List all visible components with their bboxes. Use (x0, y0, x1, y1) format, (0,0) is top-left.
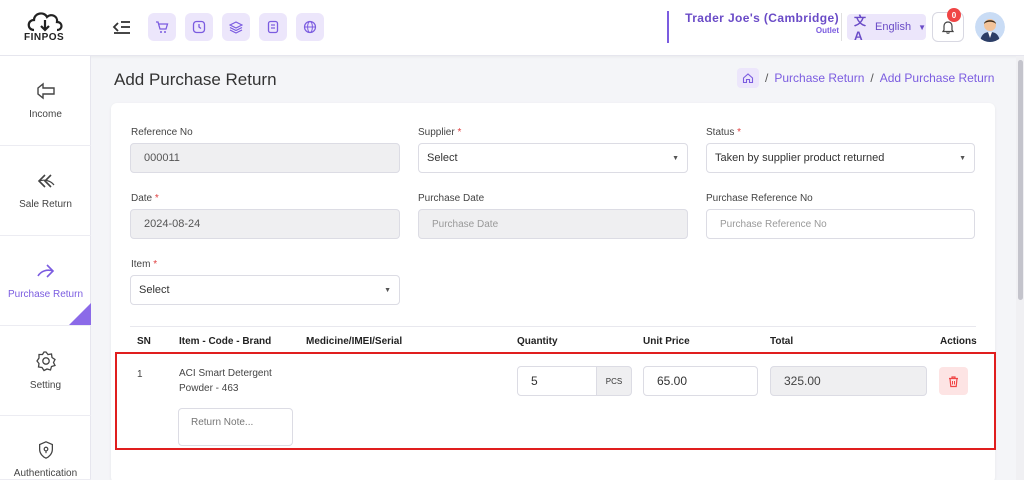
active-indicator (69, 303, 91, 325)
unit-label: PCS (596, 366, 632, 396)
total-field: 325.00 (770, 366, 927, 396)
row-item-name: ACI Smart Detergent Powder - 463 (179, 368, 272, 394)
menu-toggle-icon[interactable] (112, 18, 132, 36)
scrollbar-thumb[interactable] (1018, 60, 1023, 300)
notification-badge: 0 (947, 8, 961, 22)
language-label: English (875, 21, 912, 33)
reference-no-field[interactable]: 000011 (130, 143, 400, 173)
sidebar-item-setting[interactable]: Setting (0, 326, 91, 416)
purchase-return-icon (36, 264, 54, 278)
chevron-down-icon: ▼ (384, 287, 391, 294)
item-value: Select (139, 284, 170, 296)
table-divider (130, 326, 976, 327)
quick-actions (148, 13, 324, 41)
reference-no-label: Reference No (131, 127, 193, 138)
shield-icon (38, 441, 53, 459)
language-dropdown[interactable]: 文A English ▼ (847, 13, 926, 43)
income-icon (36, 82, 55, 100)
outlet-name: Trader Joe's (Cambridge) (685, 11, 839, 25)
receipt-icon[interactable] (259, 13, 287, 41)
breadcrumb-separator: / (765, 71, 769, 85)
sidebar-item-label: Setting (29, 380, 62, 391)
supplier-label: Supplier * (418, 127, 462, 138)
chevron-down-icon: ▼ (672, 155, 679, 162)
delete-row-button[interactable] (939, 367, 968, 395)
breadcrumb-link-purchase-return[interactable]: Purchase Return (774, 71, 864, 85)
column-header-total: Total (770, 336, 794, 347)
home-icon[interactable] (737, 68, 759, 88)
item-label: Item * (131, 259, 158, 270)
header-divider (841, 13, 842, 41)
column-header-sn: SN (137, 336, 151, 347)
sidebar-item-purchase-return[interactable]: Purchase Return (0, 236, 91, 326)
clock-icon[interactable] (185, 13, 213, 41)
translate-icon: 文A (854, 13, 867, 43)
layers-icon[interactable] (222, 13, 250, 41)
row-sn: 1 (137, 369, 143, 380)
sidebar: Income Sale Return Purchase Return Setti… (0, 56, 91, 480)
date-label: Date * (131, 193, 159, 204)
purchase-reference-no-label: Purchase Reference No (706, 193, 813, 204)
avatar[interactable] (975, 12, 1005, 42)
sidebar-item-label: Authentication (13, 468, 78, 479)
trash-icon (949, 375, 958, 387)
sidebar-item-label: Sale Return (19, 199, 72, 210)
quantity-input[interactable]: 5 (517, 366, 597, 396)
column-header-unit-price: Unit Price (643, 336, 690, 347)
column-header-item: Item - Code - Brand (179, 336, 272, 347)
status-select[interactable]: Taken by supplier product returned ▼ (706, 143, 975, 173)
breadcrumb: / Purchase Return / Add Purchase Return (737, 68, 994, 88)
status-label: Status * (706, 127, 742, 138)
column-header-actions: Actions (940, 336, 977, 347)
globe-icon[interactable] (296, 13, 324, 41)
date-field[interactable]: 2024-08-24 (130, 209, 400, 239)
top-navbar: FINPOS Trader Joe's (Cambridge) Outlet 文… (0, 0, 1024, 56)
outlet-selector[interactable]: Trader Joe's (Cambridge) Outlet (667, 11, 839, 43)
return-note-input[interactable] (178, 408, 293, 446)
sidebar-item-authentication[interactable]: Authentication (0, 416, 91, 480)
chevron-down-icon: ▼ (959, 155, 966, 162)
supplier-value: Select (427, 152, 458, 164)
column-header-serial: Medicine/IMEI/Serial (306, 336, 403, 347)
sidebar-item-sale-return[interactable]: Sale Return (0, 146, 91, 236)
cart-icon[interactable] (148, 13, 176, 41)
chevron-down-icon: ▼ (918, 22, 926, 32)
sidebar-item-label: Income (29, 109, 62, 120)
purchase-reference-no-input[interactable]: Purchase Reference No (706, 209, 975, 239)
outlet-type: Outlet (815, 26, 839, 35)
gear-icon (35, 351, 56, 372)
supplier-select[interactable]: Select ▼ (418, 143, 688, 173)
sidebar-item-income[interactable]: Income (0, 56, 91, 146)
logo-text: FINPOS (24, 32, 65, 43)
purchase-date-field[interactable]: Purchase Date (418, 209, 688, 239)
breadcrumb-separator: / (870, 71, 874, 85)
sidebar-item-label: Purchase Return (7, 289, 84, 300)
item-select[interactable]: Select ▼ (130, 275, 400, 305)
sale-return-icon (37, 174, 54, 188)
column-header-quantity: Quantity (517, 336, 558, 347)
purchase-date-label: Purchase Date (418, 193, 485, 204)
page-title: Add Purchase Return (114, 70, 277, 89)
status-value: Taken by supplier product returned (715, 152, 885, 164)
breadcrumb-current: Add Purchase Return (879, 71, 995, 85)
unit-price-input[interactable]: 65.00 (643, 366, 758, 396)
